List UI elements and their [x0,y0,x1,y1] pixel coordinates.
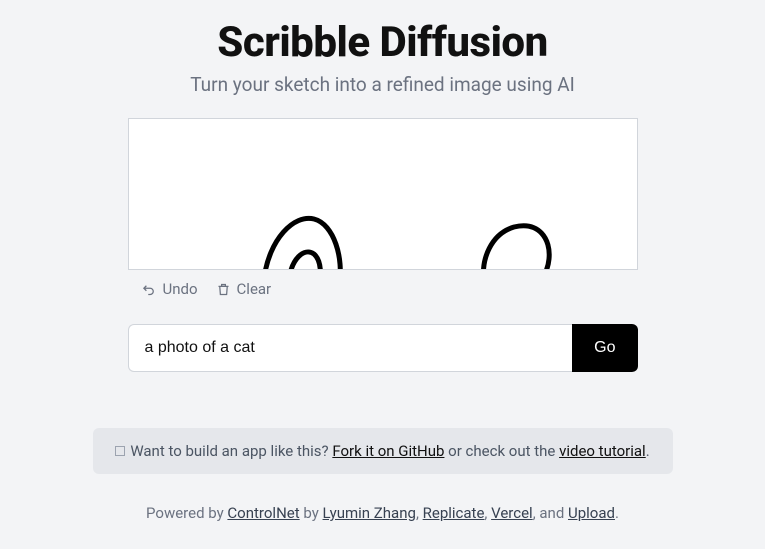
undo-icon [142,282,157,297]
cta-prefix: Want to build an app like this? [130,442,332,460]
upload-link[interactable]: Upload [568,504,615,522]
undo-label: Undo [163,280,198,298]
sketch-drawing [129,119,638,270]
prompt-input[interactable] [128,324,573,372]
fork-github-link[interactable]: Fork it on GitHub [332,442,444,460]
clear-button[interactable]: Clear [216,280,272,298]
controlnet-link[interactable]: ControlNet [227,504,299,522]
go-button[interactable]: Go [572,324,637,372]
video-tutorial-link[interactable]: video tutorial [559,442,646,460]
trash-icon [216,282,231,297]
footer: Powered by ControlNet by Lyumin Zhang, R… [146,504,619,522]
page-subtitle: Turn your sketch into a refined image us… [190,73,575,96]
lyumin-zhang-link[interactable]: Lyumin Zhang [323,504,416,522]
sketch-canvas[interactable] [128,118,638,270]
cta-mid: or check out the [444,442,559,460]
footer-prefix: Powered by [146,504,227,522]
page-title: Scribble Diffusion [217,18,547,67]
cta-suffix: . [646,442,650,460]
vercel-link[interactable]: Vercel [491,504,533,522]
rocket-icon [115,446,125,456]
clear-label: Clear [237,280,272,298]
cta-banner: Want to build an app like this? Fork it … [93,428,673,474]
canvas-toolbar: Undo Clear [128,270,638,298]
replicate-link[interactable]: Replicate [423,504,485,522]
undo-button[interactable]: Undo [142,280,198,298]
